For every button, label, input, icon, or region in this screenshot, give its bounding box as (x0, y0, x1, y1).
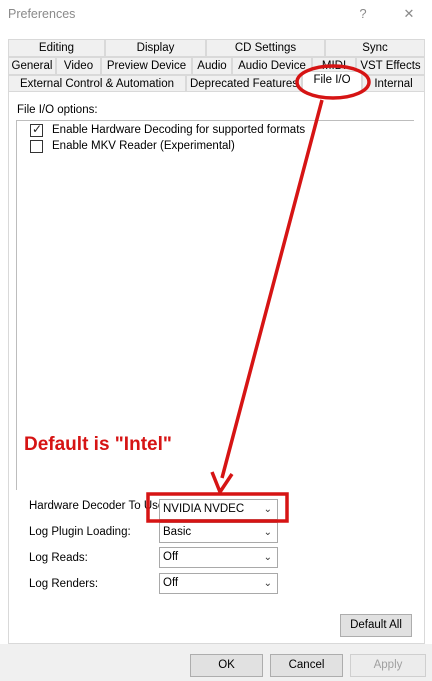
tab-audio[interactable]: Audio (192, 57, 232, 75)
tab-display[interactable]: Display (105, 39, 206, 57)
log-reads-label: Log Reads: (29, 552, 88, 564)
annotation-text: Default is "Intel" (24, 434, 172, 455)
hardware-decoder-label: Hardware Decoder To Use: (29, 500, 168, 512)
cancel-button[interactable]: Cancel (270, 654, 343, 677)
log-plugin-loading-select[interactable]: Basic ⌄ (159, 522, 278, 543)
section-label: File I/O options: (17, 104, 98, 116)
help-icon[interactable]: ? (352, 4, 374, 24)
tab-preview-device[interactable]: Preview Device (101, 57, 192, 75)
hardware-decoder-value: NVIDIA NVDEC (163, 503, 245, 515)
title-bar: Preferences ? ✕ (0, 0, 432, 30)
tab-audio-device[interactable]: Audio Device (232, 57, 312, 75)
log-plugin-loading-value: Basic (163, 526, 192, 538)
log-renders-label: Log Renders: (29, 578, 99, 590)
default-all-button[interactable]: Default All (340, 614, 412, 637)
close-icon[interactable]: ✕ (398, 4, 420, 24)
tab-file-io[interactable]: File I/O (302, 71, 362, 93)
chevron-down-icon: ⌄ (263, 527, 272, 538)
log-renders-value: Off (163, 577, 179, 589)
hardware-decoding-label: Enable Hardware Decoding for supported f… (52, 124, 306, 136)
apply-button[interactable]: Apply (350, 654, 426, 677)
checkmark-icon: ✓ (32, 122, 43, 136)
log-reads-value: Off (163, 551, 179, 563)
chevron-down-icon: ⌄ (263, 552, 272, 563)
tab-vst-effects[interactable]: VST Effects (356, 57, 425, 75)
log-plugin-loading-label: Log Plugin Loading: (29, 526, 131, 538)
tab-cd-settings[interactable]: CD Settings (206, 39, 325, 57)
tab-editing[interactable]: Editing (8, 39, 105, 57)
log-reads-select[interactable]: Off ⌄ (159, 547, 278, 568)
chevron-down-icon: ⌄ (263, 578, 272, 589)
mkv-reader-checkbox[interactable] (30, 140, 43, 153)
tab-sync[interactable]: Sync (325, 39, 425, 57)
mkv-reader-label: Enable MKV Reader (Experimental) (52, 140, 235, 152)
tab-video[interactable]: Video (56, 57, 101, 75)
tab-general[interactable]: General (8, 57, 56, 75)
hardware-decoder-select[interactable]: NVIDIA NVDEC ⌄ (159, 499, 278, 520)
ok-button[interactable]: OK (190, 654, 263, 677)
log-renders-select[interactable]: Off ⌄ (159, 573, 278, 594)
chevron-down-icon: ⌄ (263, 504, 272, 515)
window-title: Preferences (8, 7, 76, 21)
hardware-decoding-checkbox[interactable]: ✓ (30, 122, 43, 137)
